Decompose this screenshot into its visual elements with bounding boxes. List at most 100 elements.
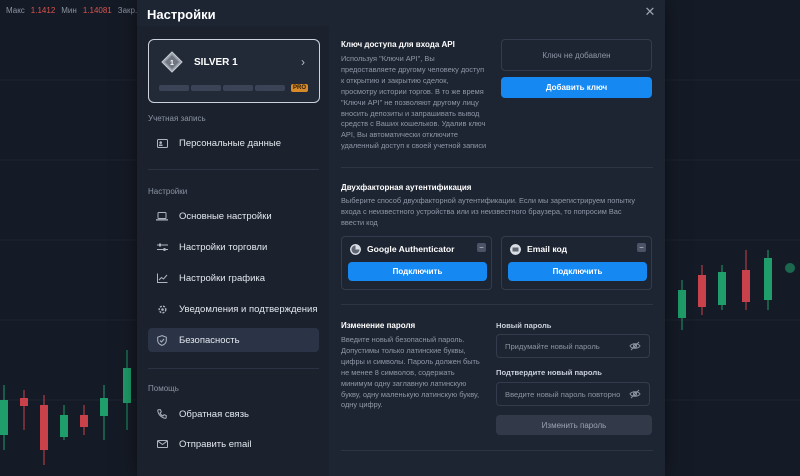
profile-level-card[interactable]: 1 SILVER 1 › PRO [148, 39, 320, 103]
chart-candles-left [0, 350, 131, 465]
password-description-line: Введите новый безопасный пароль. [341, 335, 465, 344]
api-description-line: предоставляете другому человеку доступ [341, 64, 485, 74]
progress-segment [223, 85, 253, 91]
chart-candles-right [678, 250, 795, 330]
close-button[interactable]: ✕ [643, 5, 657, 19]
laptop-icon [155, 209, 169, 223]
progress-segment [191, 85, 221, 91]
shield-icon [155, 333, 169, 347]
level-progress-bar [159, 85, 285, 91]
auth-method-name: Google Authenticator [367, 244, 455, 254]
section-title-settings: Настройки [148, 187, 188, 196]
sidebar-divider [148, 368, 319, 369]
password-description-line: Допустимы только латинские буквы, [341, 345, 466, 355]
collapse-icon[interactable]: − [477, 243, 486, 252]
pro-badge: PRO [290, 84, 308, 92]
api-description-line: просмотру истории торгов. В то же время [341, 86, 484, 96]
email-code-icon [510, 244, 521, 255]
auth-method-name: Email код [527, 244, 568, 254]
twofa-description-line: ввести код [341, 217, 378, 227]
api-description: Используя "Ключи API", Вы предоставляете… [341, 54, 501, 152]
id-card-icon [155, 136, 169, 150]
new-password-placeholder: Придумайте новый пароль [505, 341, 600, 351]
email-code-card: Email код − Подключить [501, 236, 652, 290]
sidebar-item-chart-settings[interactable]: Настройки графика [148, 266, 319, 290]
api-description-line: вносить депозиты и запрашивать вывод [341, 108, 480, 118]
api-key-status: Ключ не добавлен [501, 39, 652, 71]
confirm-password-field[interactable]: Введите новый пароль повторно [496, 382, 650, 406]
section-divider [341, 450, 653, 451]
section-title-account: Учетная запись [148, 114, 206, 123]
settings-modal: Настройки ✕ 1 SILVER 1 › PRO Учетная зап… [137, 0, 665, 476]
collapse-icon[interactable]: − [637, 243, 646, 252]
ticker-label-close: Закр. [117, 5, 138, 15]
sidebar-item-notifications[interactable]: Уведомления и подтверждения [148, 297, 319, 321]
password-description: Введите новый безопасный пароль. Допусти… [341, 335, 501, 411]
google-authenticator-icon [350, 244, 361, 255]
sidebar-item-label: Основные настройки [179, 210, 272, 222]
sidebar-item-label: Уведомления и подтверждения [179, 303, 318, 315]
api-description-line: средств с Ваших кошельков. Удалив ключ [341, 119, 486, 129]
sidebar-item-general-settings[interactable]: Основные настройки [148, 204, 319, 228]
new-password-label: Новый пароль [496, 321, 552, 330]
progress-segment [159, 85, 189, 91]
password-description-line: не менее 8 символов, содержать [341, 367, 455, 377]
sidebar-item-security[interactable]: Безопасность [148, 328, 319, 352]
progress-segment [255, 85, 285, 91]
api-description-line: Используя "Ключи API", Вы [341, 54, 435, 63]
confirm-password-placeholder: Введите новый пароль повторно [505, 389, 621, 399]
connect-google-authenticator-button[interactable]: Подключить [348, 262, 487, 281]
api-section-title: Ключ доступа для входа API [341, 40, 455, 49]
api-description-line: "Ключи API" не позволяют другому лицу [341, 97, 479, 107]
sidebar-divider [148, 169, 319, 170]
sidebar-item-label: Безопасность [179, 334, 240, 346]
sidebar-item-feedback[interactable]: Обратная связь [148, 402, 319, 426]
badge-number: 1 [170, 60, 174, 67]
modal-header: Настройки ✕ [137, 0, 665, 26]
sidebar-item-label: Настройки торговли [179, 241, 268, 253]
password-description-line: минимум одну заглавную латинскую [341, 378, 467, 388]
ticker-label-high: Макс [6, 5, 25, 15]
password-section-title: Изменение пароля [341, 321, 416, 330]
api-description-line: API, Вы автоматически отключите [341, 130, 458, 140]
sidebar-item-label: Настройки графика [179, 272, 266, 284]
modal-title: Настройки [147, 6, 216, 22]
sidebar-item-send-email[interactable]: Отправить email [148, 432, 319, 456]
ticker-value-high: 1.1412 [30, 5, 56, 15]
ticker-value-low: 1.14081 [82, 5, 112, 15]
twofa-section-title: Двухфакторная аутентификация [341, 183, 472, 192]
close-icon: ✕ [644, 4, 656, 19]
sidebar-item-personal-data[interactable]: Персональные данные [148, 131, 319, 155]
phone-icon [155, 407, 169, 421]
api-description-line: удаленный доступ к своей учетной записи [341, 141, 487, 151]
sidebar-item-label: Персональные данные [179, 137, 281, 149]
section-divider [341, 167, 653, 168]
confirm-password-label: Подтвердите новый пароль [496, 368, 602, 377]
sidebar-item-label: Отправить email [179, 438, 252, 450]
settings-sidebar: 1 SILVER 1 › PRO Учетная запись Персонал… [137, 26, 329, 476]
gear-icon [155, 302, 169, 316]
password-description-line: одну цифру. [341, 400, 383, 410]
section-divider [341, 304, 653, 305]
chevron-right-icon: › [301, 55, 305, 69]
password-description-line: цифры и символы. Пароль должен быть [341, 356, 480, 366]
price-ticker: Макс 1.1412 Мин 1.14081 Закр. [0, 0, 146, 20]
sliders-icon [155, 240, 169, 254]
silver-badge-icon: 1 [161, 51, 183, 73]
change-password-button[interactable]: Изменить пароль [496, 415, 652, 435]
security-content: Ключ доступа для входа API Используя "Кл… [329, 26, 665, 476]
chart-line-icon [155, 271, 169, 285]
new-password-field[interactable]: Придумайте новый пароль [496, 334, 650, 358]
profile-level-label: SILVER 1 [194, 57, 238, 68]
ticker-label-low: Мин [61, 5, 77, 15]
eye-off-icon[interactable] [629, 341, 641, 351]
add-api-key-button[interactable]: Добавить ключ [501, 77, 652, 98]
twofa-description: Выберите способ двухфакторной аутентифик… [341, 196, 659, 229]
connect-email-code-button[interactable]: Подключить [508, 262, 647, 281]
twofa-description-line: входа с неизвестного устройства или из н… [341, 206, 622, 216]
eye-off-icon[interactable] [629, 389, 641, 399]
api-description-line: к открытию и закрытию сделок, [341, 75, 449, 85]
mail-icon [155, 437, 169, 451]
google-authenticator-card: Google Authenticator − Подключить [341, 236, 492, 290]
sidebar-item-trading-settings[interactable]: Настройки торговли [148, 235, 319, 259]
